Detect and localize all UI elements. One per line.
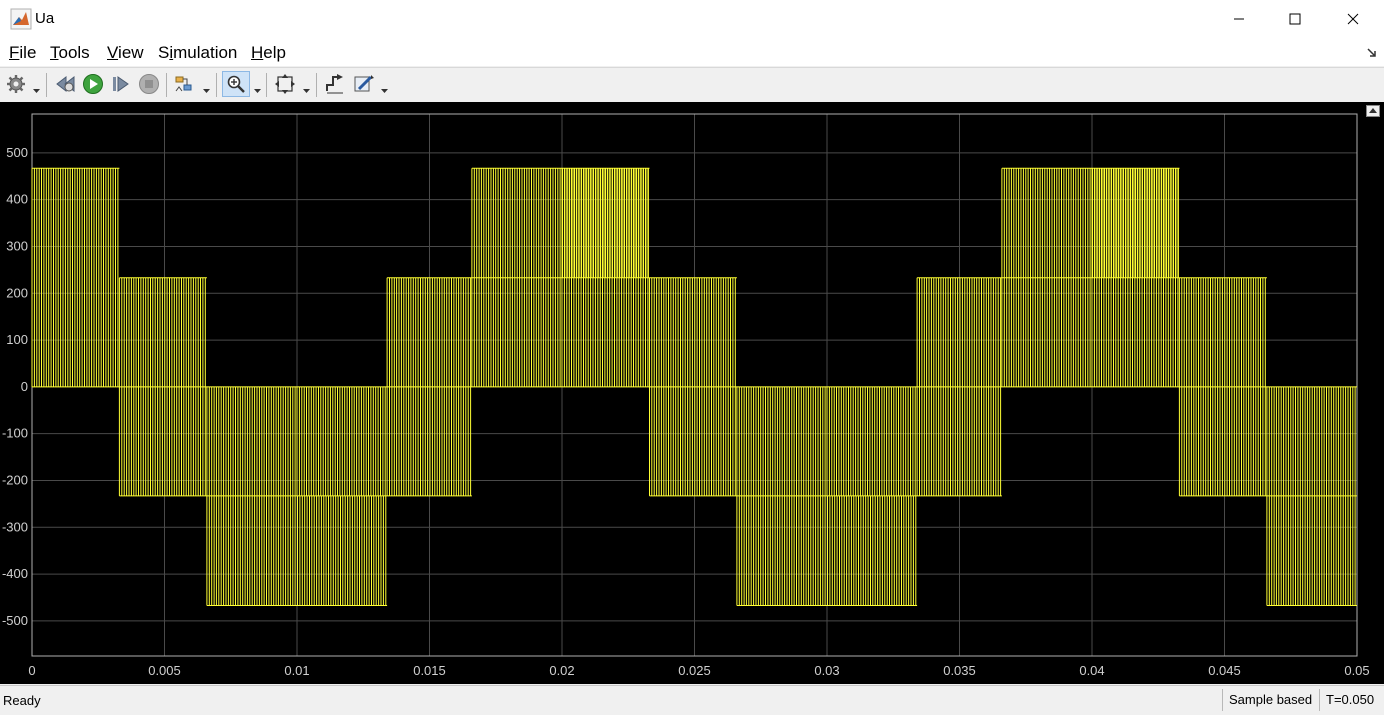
menu-view[interactable]: View — [107, 43, 144, 63]
window-title: Ua — [35, 10, 55, 27]
x-tick-label: 0.02 — [549, 663, 574, 678]
y-tick-label: -300 — [2, 519, 28, 534]
toolbar-separator — [46, 73, 47, 97]
menu-tools-rest: ools — [58, 43, 90, 62]
toolbar — [0, 67, 1384, 103]
style-dropdown-icon[interactable] — [381, 81, 388, 93]
stop-icon[interactable] — [137, 72, 161, 96]
x-tick-label: 0 — [28, 663, 35, 678]
collapse-arrow-icon[interactable] — [1366, 46, 1378, 58]
toolbar-separator — [166, 73, 167, 97]
zoom-dropdown-icon[interactable] — [254, 81, 261, 93]
triggers-icon[interactable] — [323, 72, 347, 96]
matlab-icon — [10, 8, 32, 30]
y-tick-label: 100 — [6, 332, 28, 347]
status-ready: Ready — [3, 693, 41, 708]
signal-dropdown-icon[interactable] — [203, 81, 210, 93]
x-tick-label: 0.03 — [814, 663, 839, 678]
x-tick-label: 0.04 — [1079, 663, 1104, 678]
scope-plot-area[interactable]: 0 0.005 0.01 0.015 0.02 0.025 0.03 0.035 0.04 0.0… — [0, 102, 1384, 684]
y-tick-label: -400 — [2, 566, 28, 581]
fit-icon[interactable] — [273, 72, 297, 96]
y-tick-label: 300 — [6, 238, 28, 253]
y-tick-label: 0 — [21, 379, 28, 394]
x-tick-label: 0.005 — [148, 663, 181, 678]
signal-icon[interactable] — [173, 72, 197, 96]
y-tick-label: -100 — [2, 426, 28, 441]
menu-tools-mnemonic: T — [50, 43, 59, 62]
y-tick-label: 500 — [6, 145, 28, 160]
status-sim-time: T=0.050 — [1319, 689, 1381, 711]
menu-file[interactable]: File — [9, 43, 36, 63]
menu-tools[interactable]: Tools — [50, 43, 90, 63]
style-icon[interactable] — [352, 72, 376, 96]
menu-bar: File Tools View Simulation Help — [0, 38, 1384, 66]
y-tick-label: -200 — [2, 472, 28, 487]
maximize-button[interactable] — [1266, 0, 1324, 38]
menu-help[interactable]: Help — [251, 43, 286, 63]
y-tick-label: 200 — [6, 285, 28, 300]
step-back-icon[interactable] — [53, 72, 77, 96]
scope-axes[interactable]: 0 0.005 0.01 0.015 0.02 0.025 0.03 0.035 0.04 0.0… — [0, 102, 1384, 684]
close-button[interactable] — [1324, 0, 1382, 38]
menu-view-mnemonic: V — [107, 43, 119, 62]
x-tick-label: 0.025 — [678, 663, 711, 678]
menu-simulation-rest: mulation — [173, 43, 238, 62]
x-tick-label: 0.045 — [1208, 663, 1241, 678]
status-bar: Ready Sample based T=0.050 — [0, 685, 1384, 715]
menu-help-mnemonic: H — [251, 43, 264, 62]
menu-help-rest: elp — [263, 43, 286, 62]
x-tick-label: 0.035 — [943, 663, 976, 678]
step-forward-icon[interactable] — [109, 72, 133, 96]
toolbar-separator — [216, 73, 217, 97]
status-sample-mode: Sample based — [1222, 689, 1319, 711]
title-bar: Ua — [0, 0, 1384, 38]
y-tick-label: 400 — [6, 192, 28, 207]
menu-simulation-pre: S — [158, 43, 170, 62]
fit-dropdown-icon[interactable] — [303, 81, 310, 93]
run-icon[interactable] — [81, 72, 105, 96]
x-tick-label: 0.01 — [284, 663, 309, 678]
x-tick-label: 0.015 — [413, 663, 446, 678]
zoom-in-icon[interactable] — [222, 71, 250, 97]
x-tick-label: 0.05 — [1344, 663, 1369, 678]
menu-file-mnemonic: F — [9, 43, 20, 62]
settings-icon[interactable] — [4, 72, 28, 96]
menu-view-rest: iew — [118, 43, 144, 62]
toolbar-separator — [266, 73, 267, 97]
settings-dropdown-icon[interactable] — [33, 81, 40, 93]
menu-simulation[interactable]: Simulation — [158, 43, 237, 63]
minimize-button[interactable] — [1210, 0, 1268, 38]
toolbar-separator — [316, 73, 317, 97]
menu-file-rest: ile — [19, 43, 37, 62]
y-tick-label: -500 — [2, 613, 28, 628]
